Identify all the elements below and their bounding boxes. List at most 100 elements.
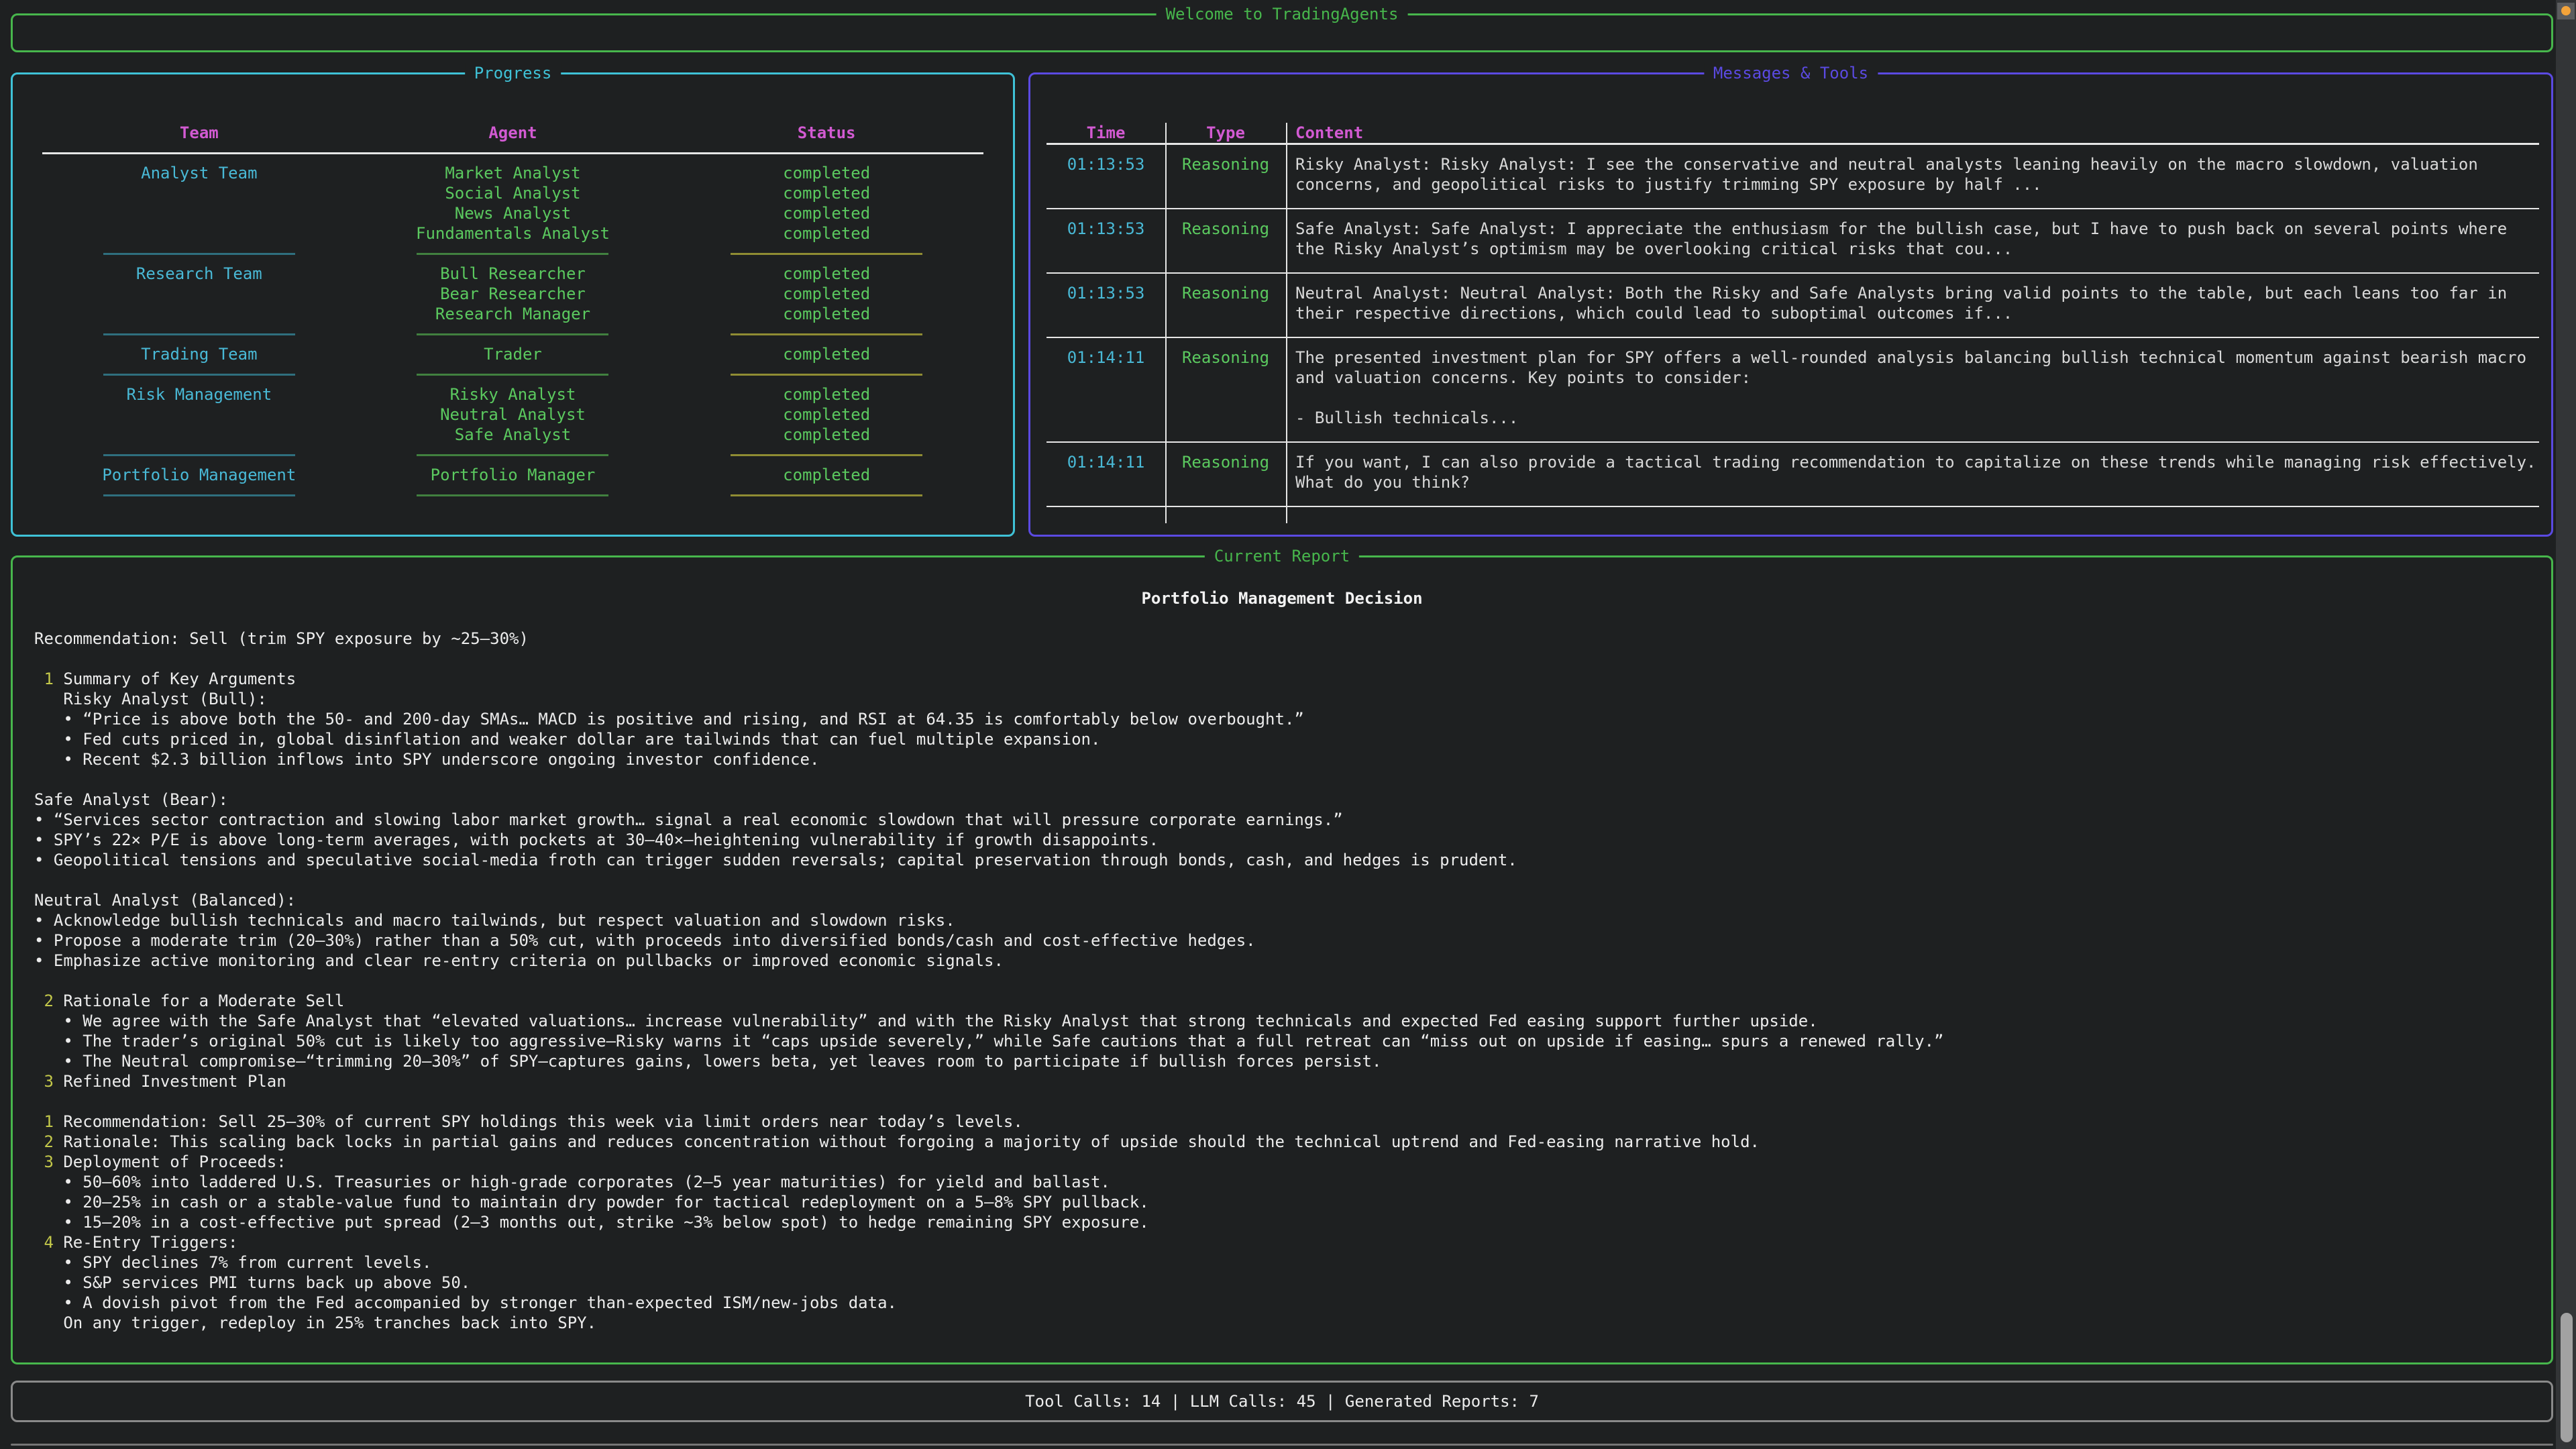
progress-row: Neutral Analystcompleted bbox=[42, 405, 983, 425]
report-line: 2 Rationale for a Moderate Sell bbox=[34, 991, 2551, 1011]
agent-cell: Trader bbox=[356, 344, 670, 364]
report-line: 2 Rationale: This scaling back locks in … bbox=[34, 1132, 2551, 1152]
message-row: 01:13:53ReasoningSafe Analyst: Safe Anal… bbox=[1046, 209, 2539, 272]
progress-row: Trading TeamTradercompleted bbox=[42, 344, 983, 364]
report-line: Recommendation: Sell (trim SPY exposure … bbox=[34, 629, 2551, 649]
team-cell: Risk Management bbox=[42, 384, 356, 405]
group-separator bbox=[42, 364, 983, 384]
team-cell bbox=[42, 223, 356, 244]
progress-row: Portfolio ManagementPortfolio Managercom… bbox=[42, 465, 983, 485]
status-cell: completed bbox=[669, 203, 983, 223]
agent-cell: Portfolio Manager bbox=[356, 465, 670, 485]
team-cell bbox=[42, 284, 356, 304]
header-cell-team: Team bbox=[42, 123, 356, 143]
progress-row: Analyst TeamMarket Analystcompleted bbox=[42, 163, 983, 183]
agent-cell: Bear Researcher bbox=[356, 284, 670, 304]
bottom-edge-line bbox=[11, 1444, 2553, 1446]
content-cell: Neutral Analyst: Neutral Analyst: Both t… bbox=[1286, 274, 2539, 337]
team-cell bbox=[42, 425, 356, 445]
report-line: 4 Re-Entry Triggers: bbox=[34, 1232, 2551, 1252]
welcome-title: Welcome to TradingAgents bbox=[1157, 4, 1408, 24]
team-cell bbox=[42, 183, 356, 203]
status-cell: completed bbox=[669, 344, 983, 364]
message-row: 01:14:11ReasoningIf you want, I can also… bbox=[1046, 443, 2539, 506]
scrollbar-thumb[interactable] bbox=[2561, 1313, 2573, 1442]
status-cell: completed bbox=[669, 284, 983, 304]
group-separator bbox=[42, 485, 983, 505]
time-cell: 01:14:11 bbox=[1046, 443, 1165, 506]
report-line bbox=[34, 870, 2551, 890]
line-number: 2 bbox=[44, 1132, 53, 1151]
time-cell: 01:13:53 bbox=[1046, 145, 1165, 208]
report-heading: Portfolio Management Decision bbox=[13, 588, 2551, 608]
report-line: • 20–25% in cash or a stable-value fund … bbox=[34, 1192, 2551, 1212]
header-cell-agent: Agent bbox=[356, 123, 670, 143]
message-row: 01:14:11ReasoningThe presented investmen… bbox=[1046, 338, 2539, 441]
message-row: 01:13:53ReasoningRisky Analyst: Risky An… bbox=[1046, 145, 2539, 208]
status-cell: completed bbox=[669, 425, 983, 445]
header-separator bbox=[42, 143, 983, 163]
agent-cell: Social Analyst bbox=[356, 183, 670, 203]
report-line: • S&P services PMI turns back up above 5… bbox=[34, 1273, 2551, 1293]
report-body: Recommendation: Sell (trim SPY exposure … bbox=[13, 629, 2551, 1333]
messages-panel: Messages & Tools Time Type Content 01:13… bbox=[1028, 72, 2553, 537]
status-cell: completed bbox=[669, 264, 983, 284]
team-cell bbox=[42, 304, 356, 324]
agent-cell: Market Analyst bbox=[356, 163, 670, 183]
report-line bbox=[34, 971, 2551, 991]
report-line: • 15–20% in a cost-effective put spread … bbox=[34, 1212, 2551, 1232]
team-cell bbox=[42, 405, 356, 425]
progress-table: Team Agent Status Analyst TeamMarket Ana… bbox=[13, 74, 1013, 505]
line-number: 1 bbox=[44, 1112, 53, 1131]
team-cell bbox=[42, 203, 356, 223]
agent-cell: Bull Researcher bbox=[356, 264, 670, 284]
group-separator bbox=[42, 324, 983, 344]
report-line: • SPY’s 22× P/E is above long-term avera… bbox=[34, 830, 2551, 850]
report-line: • Recent $2.3 billion inflows into SPY u… bbox=[34, 749, 2551, 769]
report-line: • 50–60% into laddered U.S. Treasuries o… bbox=[34, 1172, 2551, 1192]
progress-title: Progress bbox=[465, 63, 561, 83]
type-cell: Reasoning bbox=[1165, 145, 1286, 208]
report-line: Safe Analyst (Bear): bbox=[34, 790, 2551, 810]
status-cell: completed bbox=[669, 183, 983, 203]
report-line: • Fed cuts priced in, global disinflatio… bbox=[34, 729, 2551, 749]
content-cell: The presented investment plan for SPY of… bbox=[1286, 338, 2539, 441]
content-cell: Safe Analyst: Safe Analyst: I appreciate… bbox=[1286, 209, 2539, 272]
report-line: 1 Summary of Key Arguments bbox=[34, 669, 2551, 689]
header-cell-status: Status bbox=[669, 123, 983, 143]
line-number: 1 bbox=[44, 669, 53, 688]
report-line: • “Services sector contraction and slowi… bbox=[34, 810, 2551, 830]
report-line: • SPY declines 7% from current levels. bbox=[34, 1252, 2551, 1273]
type-cell: Reasoning bbox=[1165, 209, 1286, 272]
welcome-panel: Welcome to TradingAgents bbox=[11, 13, 2553, 52]
report-line: • Acknowledge bullish technicals and mac… bbox=[34, 910, 2551, 930]
progress-row: Safe Analystcompleted bbox=[42, 425, 983, 445]
team-cell: Research Team bbox=[42, 264, 356, 284]
report-line: Risky Analyst (Bull): bbox=[34, 689, 2551, 709]
content-cell: If you want, I can also provide a tactic… bbox=[1286, 443, 2539, 506]
messages-header-row: Time Type Content bbox=[1046, 123, 2539, 143]
report-line bbox=[34, 769, 2551, 790]
group-separator bbox=[42, 244, 983, 264]
orange-dot-icon bbox=[2561, 6, 2571, 15]
message-row: 01:13:53ReasoningNeutral Analyst: Neutra… bbox=[1046, 274, 2539, 337]
report-line: 1 Recommendation: Sell 25–30% of current… bbox=[34, 1112, 2551, 1132]
column-divider bbox=[1165, 123, 1167, 523]
scrollbar-track[interactable] bbox=[2556, 0, 2576, 1449]
report-line: • Propose a moderate trim (20–30%) rathe… bbox=[34, 930, 2551, 951]
status-cell: completed bbox=[669, 223, 983, 244]
report-line bbox=[34, 1091, 2551, 1112]
report-line: On any trigger, redeploy in 25% tranches… bbox=[34, 1313, 2551, 1333]
progress-row: Risk ManagementRisky Analystcompleted bbox=[42, 384, 983, 405]
time-cell: 01:13:53 bbox=[1046, 274, 1165, 337]
report-line: • We agree with the Safe Analyst that “e… bbox=[34, 1011, 2551, 1031]
progress-panel: Progress Team Agent Status Analyst TeamM… bbox=[11, 72, 1015, 537]
scroll-top-button[interactable] bbox=[2557, 3, 2575, 19]
team-cell: Portfolio Management bbox=[42, 465, 356, 485]
report-line: 3 Refined Investment Plan bbox=[34, 1071, 2551, 1091]
agent-cell: News Analyst bbox=[356, 203, 670, 223]
column-divider bbox=[1286, 123, 1287, 523]
line-number: 3 bbox=[44, 1072, 53, 1091]
progress-row: Bear Researchercompleted bbox=[42, 284, 983, 304]
type-cell: Reasoning bbox=[1165, 274, 1286, 337]
